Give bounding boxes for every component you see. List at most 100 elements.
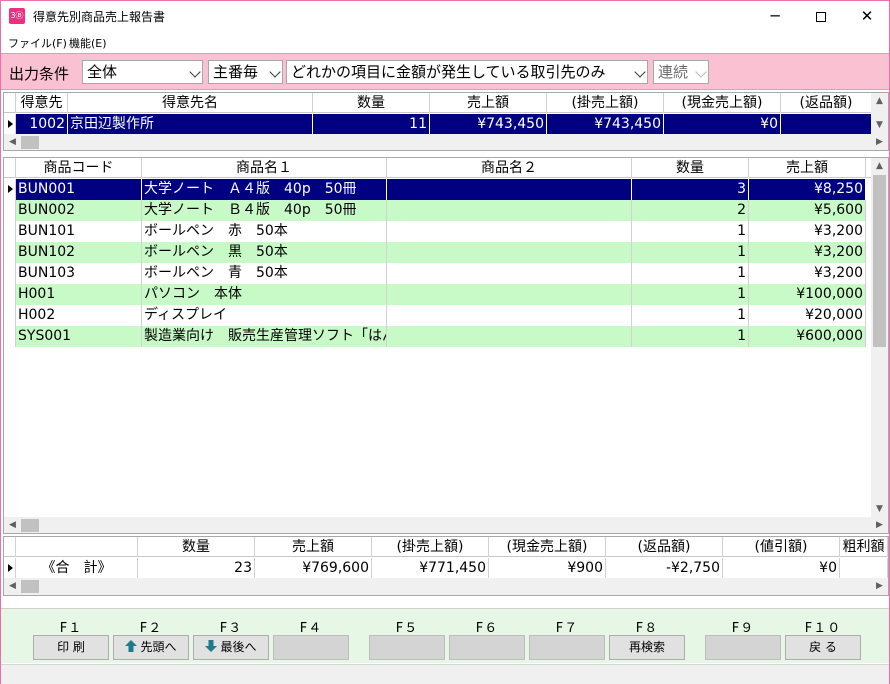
cell-quantity: 3 [632, 179, 749, 200]
group-select-value: 主番毎 [213, 63, 259, 81]
cell-quantity: 1 [632, 242, 749, 263]
table-row[interactable]: BUN002 大学ノート Ｂ４版 40p 50冊 2 ¥5,600 [4, 200, 872, 221]
cell-quantity: 11 [313, 114, 430, 135]
function-key-button-9[interactable] [705, 635, 781, 660]
mode-select[interactable]: 連続 [653, 60, 709, 84]
customer-grid-hscroll[interactable]: ◀ ▶ [4, 134, 888, 150]
totals-grid-hscroll[interactable]: ◀ ▶ [4, 578, 888, 595]
col-cash-sales[interactable]: (現金売上額) [664, 93, 781, 113]
scroll-up-icon[interactable]: ▲ [871, 158, 888, 175]
group-select[interactable]: 主番毎 [208, 60, 283, 84]
menu-file[interactable]: ファイル(F) [8, 35, 67, 51]
col-cash-sales[interactable]: (現金売上額) [489, 537, 606, 557]
col-discount[interactable]: (値引額) [723, 537, 840, 557]
scroll-right-icon[interactable]: ▶ [871, 578, 888, 595]
function-key-button-8[interactable]: 再検索 [609, 635, 685, 660]
product-grid-hscroll[interactable]: ◀ ▶ [4, 517, 888, 533]
total-row[interactable]: 《合 計》 23 ¥769,600 ¥771,450 ¥900 -¥2,750 … [4, 558, 888, 579]
scroll-thumb[interactable] [873, 175, 886, 347]
scroll-thumb[interactable] [21, 580, 39, 593]
cell-cash-sales: ¥0 [664, 114, 781, 135]
scroll-right-icon[interactable]: ▶ [871, 517, 888, 533]
table-row[interactable]: 1002 京田辺製作所 11 ¥743,450 ¥743,450 ¥0 [4, 114, 872, 135]
col-returns[interactable]: (返品額) [606, 537, 723, 557]
col-product-name-1[interactable]: 商品名１ [142, 158, 387, 178]
table-row[interactable]: BUN102 ボールペン 黒 50本 1 ¥3,200 [4, 242, 872, 263]
scroll-right-icon[interactable]: ▶ [871, 134, 888, 150]
cell-sales: ¥8,250 [749, 179, 866, 200]
table-row[interactable]: BUN001 大学ノート Ａ４版 40p 50冊 3 ¥8,250 [4, 179, 872, 200]
cell-product-name-1: 製造業向け 販売生産管理ソフト「はんばいＱ－Ｓ [142, 326, 387, 347]
current-row-icon [8, 564, 13, 572]
col-customer-code[interactable]: 得意先 [16, 93, 68, 113]
function-key-button-1[interactable]: 印 刷 [33, 635, 109, 660]
scroll-thumb[interactable] [21, 519, 39, 532]
function-key-button-6[interactable] [449, 635, 525, 660]
current-row-icon [8, 120, 13, 128]
scroll-down-icon[interactable]: ▼ [871, 117, 888, 134]
product-grid-header: 商品コード 商品名１ 商品名２ 数量 売上額 [4, 158, 872, 178]
function-key-button-5[interactable] [369, 635, 445, 660]
function-key-button-label: 印 刷 [57, 640, 85, 654]
col-gross-profit[interactable]: 粗利額 [840, 537, 888, 557]
cell-product-code: BUN103 [16, 263, 142, 284]
table-row[interactable]: BUN101 ボールペン 赤 50本 1 ¥3,200 [4, 221, 872, 242]
row-indicator [4, 305, 16, 326]
function-key-button-10[interactable]: 戻 る [785, 635, 861, 660]
scroll-left-icon[interactable]: ◀ [4, 134, 21, 150]
function-key-button-4[interactable] [273, 635, 349, 660]
scroll-left-icon[interactable]: ◀ [4, 578, 21, 595]
cell-product-name-1: ディスプレイ [142, 305, 387, 326]
filter-select[interactable]: どれかの項目に金額が発生している取引先のみ [286, 60, 648, 84]
row-indicator [4, 284, 16, 305]
chevron-down-icon [269, 66, 281, 78]
customer-grid-vscroll[interactable]: ▲ ▼ [871, 93, 888, 135]
function-key-button-7[interactable] [529, 635, 605, 660]
cell-sales: ¥743,450 [430, 114, 547, 135]
function-key-button-label: 先頭へ [140, 640, 177, 654]
col-quantity[interactable]: 数量 [632, 158, 749, 178]
row-indicator-header [4, 93, 16, 113]
minimize-button[interactable]: ─ [752, 1, 798, 32]
col-sales[interactable]: 売上額 [430, 93, 547, 113]
table-row[interactable]: H002 ディスプレイ 1 ¥20,000 [4, 305, 872, 326]
function-key-button-2[interactable]: 先頭へ [113, 635, 189, 660]
col-credit-sales[interactable]: (掛売上額) [547, 93, 664, 113]
filter-select-value: どれかの項目に金額が発生している取引先のみ [291, 63, 606, 81]
function-key-label: F５ [395, 621, 419, 636]
col-total-label[interactable] [16, 537, 138, 557]
cell-product-code: BUN102 [16, 242, 142, 263]
scroll-left-icon[interactable]: ◀ [4, 517, 21, 533]
col-sales[interactable]: 売上額 [255, 537, 372, 557]
cell-sales: ¥5,600 [749, 200, 866, 221]
col-credit-sales[interactable]: (掛売上額) [372, 537, 489, 557]
close-button[interactable]: ✕ [844, 1, 890, 32]
table-row[interactable]: BUN103 ボールペン 青 50本 1 ¥3,200 [4, 263, 872, 284]
col-customer-name[interactable]: 得意先名 [68, 93, 313, 113]
col-quantity[interactable]: 数量 [138, 537, 255, 557]
function-key-bar: F１ 印 刷 F２ 先頭へ F３ 最後へ F４ F５ F６ F７ F８ 再検索 F９ F１０ 戻 る [1, 608, 889, 663]
maximize-button[interactable] [798, 1, 844, 32]
scroll-down-icon[interactable]: ▼ [871, 501, 888, 518]
cell-quantity: 23 [138, 558, 255, 579]
col-sales[interactable]: 売上額 [749, 158, 866, 178]
scope-select[interactable]: 全体 [82, 60, 203, 84]
status-bar [1, 664, 889, 684]
function-key-label: F４ [299, 621, 323, 636]
cell-product-name-1: ボールペン 青 50本 [142, 263, 387, 284]
col-product-code[interactable]: 商品コード [16, 158, 142, 178]
cell-sales: ¥3,200 [749, 221, 866, 242]
table-row[interactable]: H001 パソコン 本体 1 ¥100,000 [4, 284, 872, 305]
function-key-label: F９ [731, 621, 755, 636]
col-returns[interactable]: (返品額) [781, 93, 872, 113]
scroll-up-icon[interactable]: ▲ [871, 93, 888, 110]
scroll-thumb[interactable] [21, 136, 39, 149]
product-grid-vscroll[interactable]: ▲ ▼ [871, 158, 888, 518]
table-row[interactable]: SYS001製造業向け 販売生産管理ソフト「はんばいＱ－Ｓ 1¥600,000 [4, 326, 872, 347]
menu-function[interactable]: 機能(E) [69, 35, 107, 51]
function-key-button-3[interactable]: 最後へ [193, 635, 269, 660]
cell-product-name-1: 大学ノート Ｂ４版 40p 50冊 [142, 200, 387, 221]
col-quantity[interactable]: 数量 [313, 93, 430, 113]
col-product-name-2[interactable]: 商品名２ [387, 158, 632, 178]
cell-product-name-1: ボールペン 赤 50本 [142, 221, 387, 242]
